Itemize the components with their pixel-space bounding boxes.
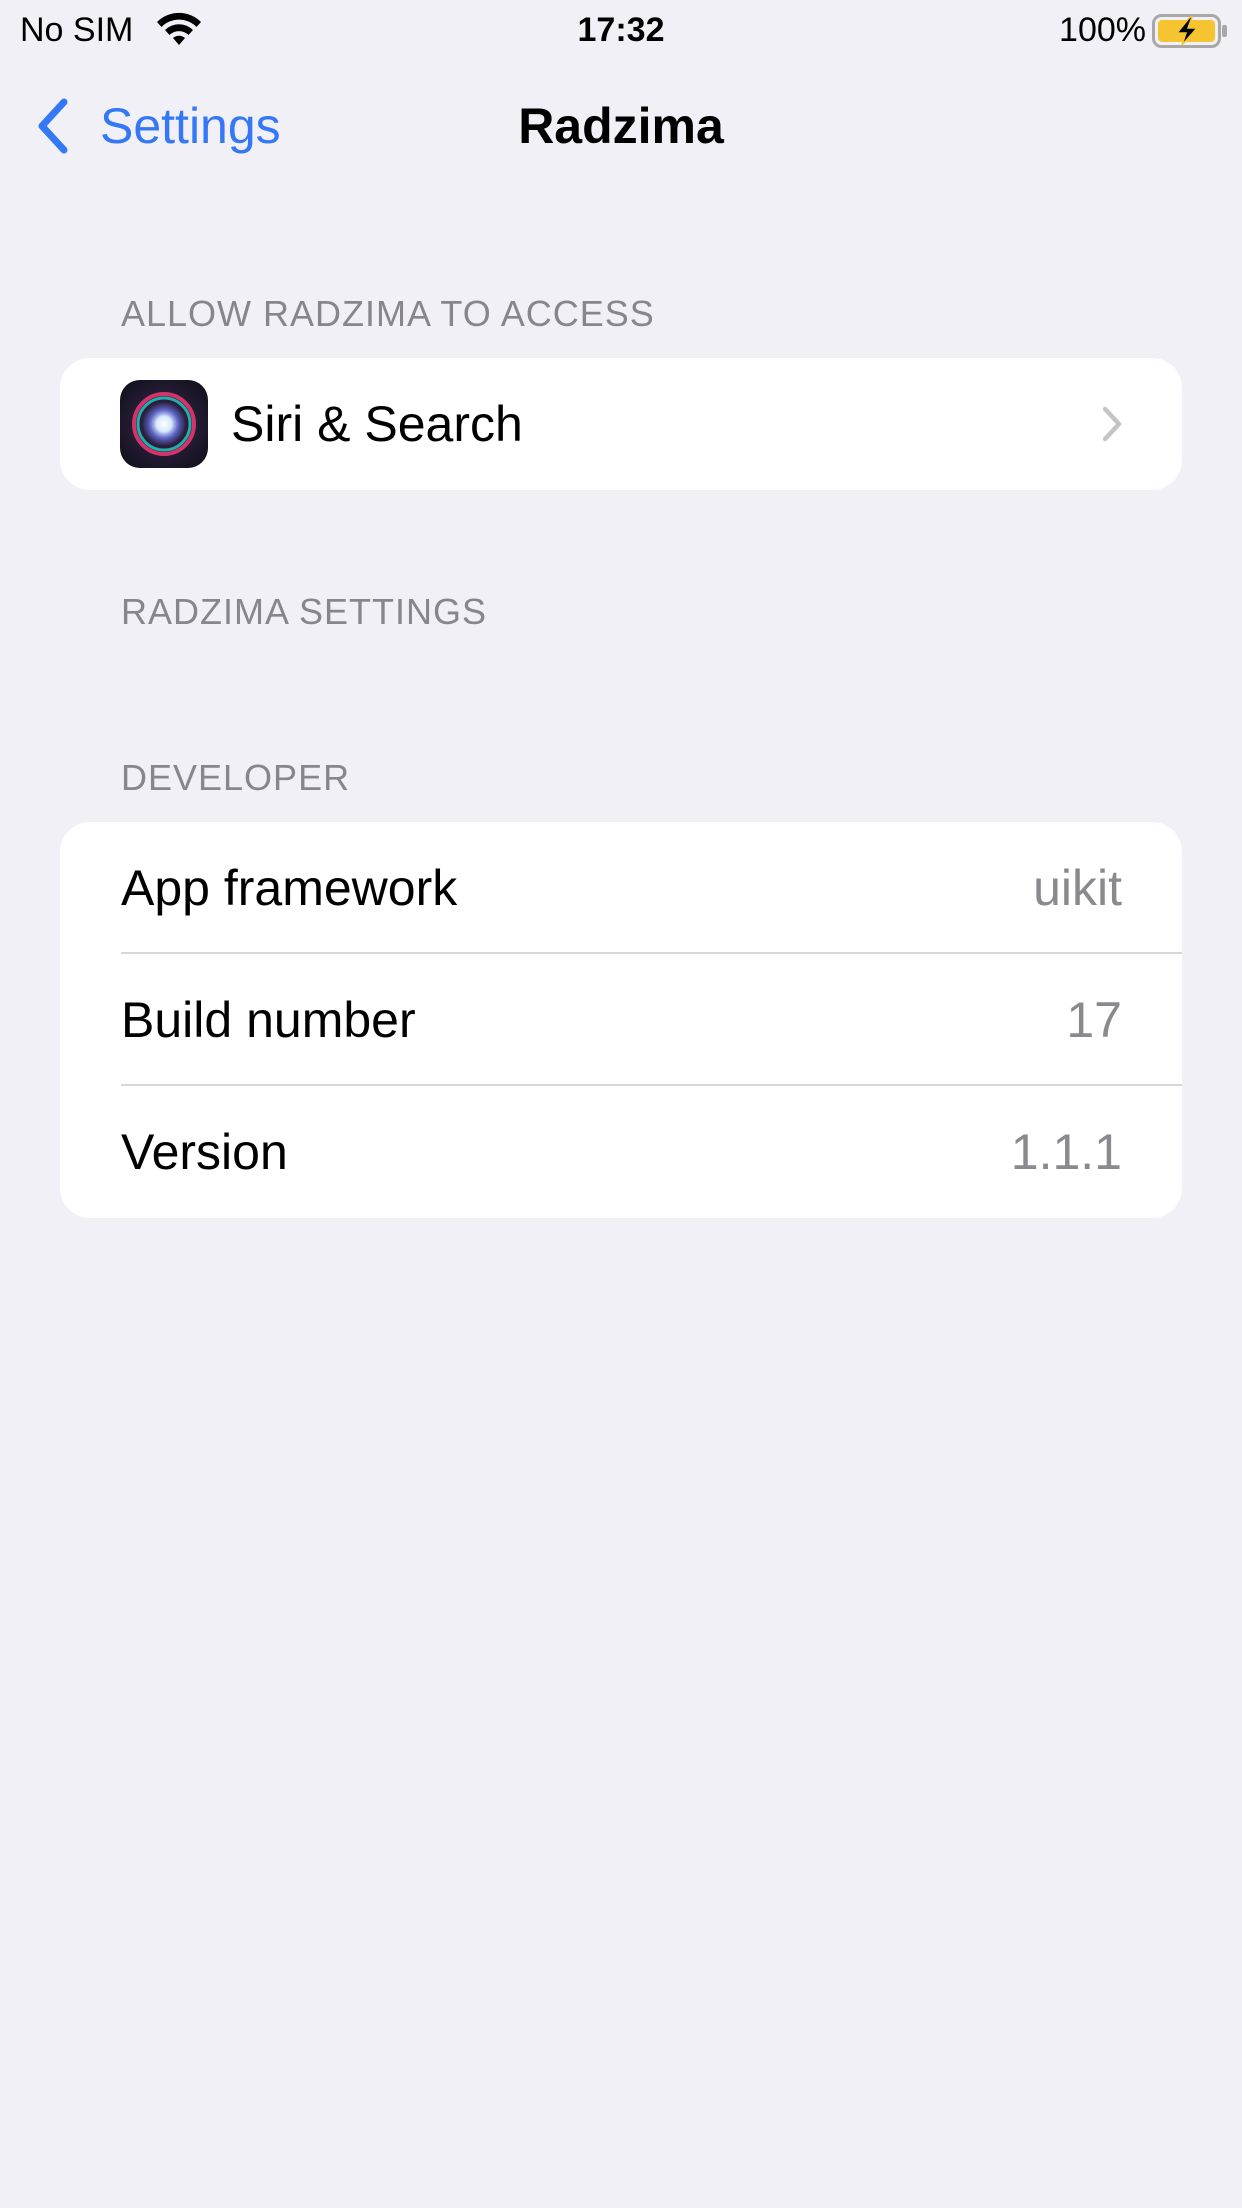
version-value: 1.1.1 <box>1010 1124 1122 1180</box>
navigation-bar: Settings Radzima <box>0 80 1242 172</box>
battery-charging-icon <box>1152 14 1227 48</box>
siri-search-row[interactable]: Siri & Search <box>60 358 1182 490</box>
status-time: 17:32 <box>577 11 665 49</box>
list-item: App framework uikit <box>60 822 1182 954</box>
app-framework-value: uikit <box>1033 860 1122 916</box>
status-bar: No SIM 17:32 100% <box>0 0 1242 60</box>
version-label: Version <box>121 1124 288 1180</box>
build-number-value: 17 <box>1066 992 1122 1048</box>
chevron-right-icon <box>1102 406 1122 442</box>
section-header-developer: DEVELOPER <box>121 757 351 798</box>
battery-percent: 100% <box>1059 11 1146 49</box>
developer-card: App framework uikit Build number 17 Vers… <box>60 822 1182 1218</box>
siri-search-label: Siri & Search <box>231 396 523 452</box>
list-item: Build number 17 <box>60 954 1182 1086</box>
section-header-access: ALLOW RADZIMA TO ACCESS <box>121 293 655 334</box>
section-header-settings: RADZIMA SETTINGS <box>121 591 488 632</box>
list-item: Version 1.1.1 <box>60 1086 1182 1218</box>
page-title: Radzima <box>518 98 724 154</box>
access-card: Siri & Search <box>60 358 1182 490</box>
siri-icon <box>120 380 208 468</box>
build-number-label: Build number <box>121 992 416 1048</box>
app-framework-label: App framework <box>121 860 458 916</box>
